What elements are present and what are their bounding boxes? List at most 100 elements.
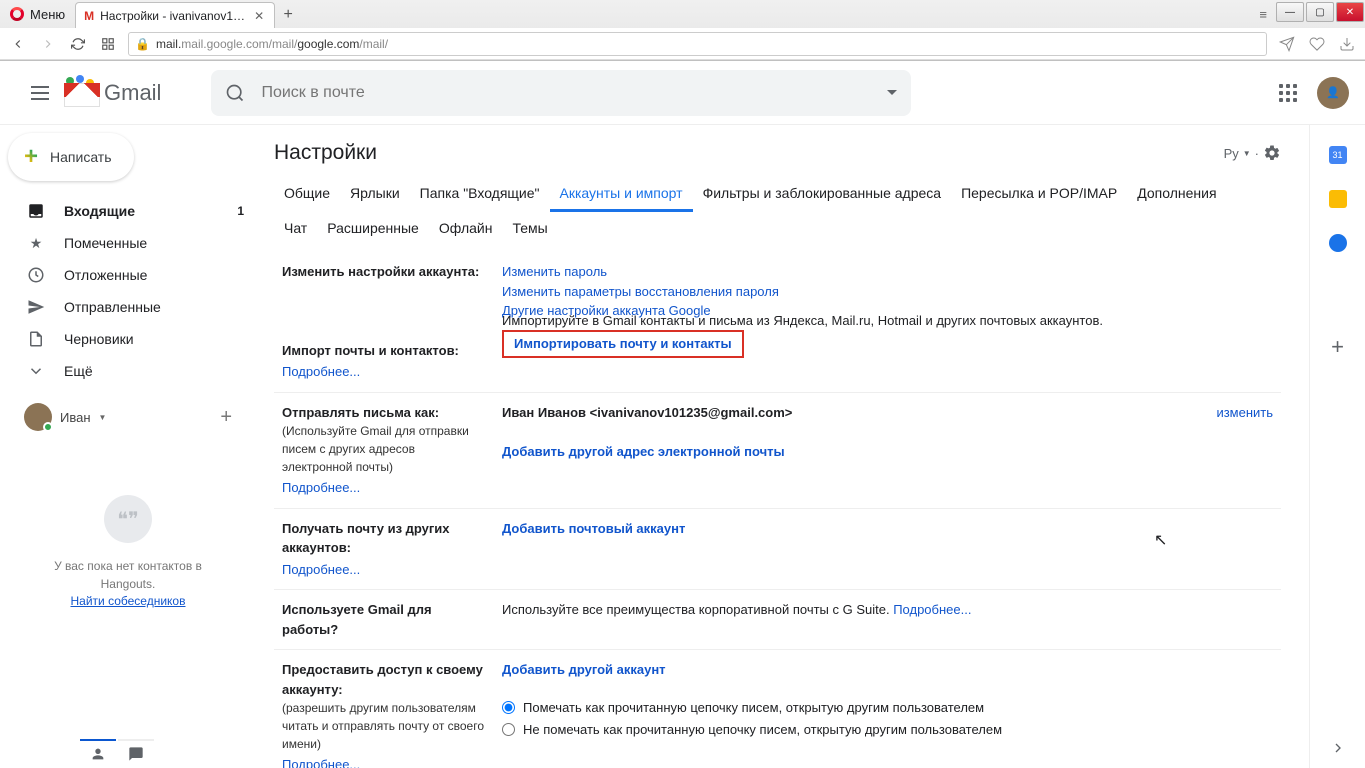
- link-recovery[interactable]: Изменить параметры восстановления пароля: [502, 284, 779, 299]
- keep-icon: [1329, 190, 1347, 208]
- browser-menu-label: Меню: [30, 7, 65, 22]
- maximize-button[interactable]: ▢: [1306, 2, 1334, 22]
- hangouts-find-link[interactable]: Найти собеседников: [71, 594, 186, 608]
- star-icon: ★: [26, 233, 46, 253]
- chevron-down-icon[interactable]: [887, 90, 897, 95]
- browser-tabs: M Настройки - ivanivanov1012 ✕ +: [75, 0, 1251, 28]
- settings-main: Настройки Ру ▼ · Общие Ярлыки Папка "Вхо…: [256, 125, 1309, 768]
- tasks-addon[interactable]: [1328, 233, 1348, 253]
- page-title: Настройки: [274, 141, 377, 165]
- import-highlight-box: Импортировать почту и контакты: [502, 330, 744, 358]
- main-menu-button[interactable]: [16, 86, 64, 100]
- back-button[interactable]: [8, 34, 28, 54]
- content-grant: Добавить другой аккаунт Помечать как про…: [494, 650, 1198, 768]
- nav-snoozed[interactable]: Отложенные: [0, 259, 256, 291]
- tab-accounts[interactable]: Аккаунты и импорт: [550, 177, 693, 212]
- browser-title-bar: Меню M Настройки - ivanivanov1012 ✕ + ≡ …: [0, 0, 1365, 28]
- sendas-identity: Иван Иванов <ivanivanov101235@gmail.com>: [502, 405, 792, 420]
- nav-starred[interactable]: ★ Помеченные: [0, 227, 256, 259]
- speed-dial-button[interactable]: [98, 34, 118, 54]
- tab-labels[interactable]: Ярлыки: [340, 177, 410, 212]
- browser-options-icon[interactable]: ≡: [1251, 7, 1275, 22]
- radio-mark-read[interactable]: [502, 701, 515, 714]
- calendar-addon[interactable]: 31: [1328, 145, 1348, 165]
- addons-plus-button[interactable]: +: [1328, 337, 1348, 357]
- hangouts-bubble-icon: ❝❞: [104, 495, 152, 543]
- compose-button[interactable]: + Написать: [8, 133, 134, 181]
- send-icon: [26, 297, 46, 317]
- browser-menu-button[interactable]: Меню: [0, 0, 75, 28]
- link-grant-add[interactable]: Добавить другой аккаунт: [502, 662, 666, 677]
- sendas-actions: изменить: [1198, 392, 1281, 508]
- reload-button[interactable]: [68, 34, 88, 54]
- address-bar[interactable]: 🔒 mail.mail.google.com/mail/google.com/m…: [128, 32, 1267, 56]
- gmail-favicon: M: [84, 9, 94, 23]
- hangouts-user[interactable]: Иван ▼ +: [8, 399, 248, 435]
- link-add-address[interactable]: Добавить другой адрес электронной почты: [502, 444, 785, 459]
- link-sendas-edit[interactable]: изменить: [1216, 405, 1273, 420]
- google-apps-button[interactable]: [1279, 84, 1297, 102]
- nav-snoozed-label: Отложенные: [64, 267, 147, 283]
- link-change-password[interactable]: Изменить пароль: [502, 264, 607, 279]
- browser-tab-active[interactable]: M Настройки - ivanivanov1012 ✕: [75, 2, 275, 28]
- hangouts-avatar: [24, 403, 52, 431]
- label-grant: Предоставить доступ к своему аккаунту: (…: [274, 650, 494, 768]
- chevron-down-icon: [26, 361, 46, 381]
- send-icon[interactable]: [1277, 34, 1297, 54]
- tab-inbox[interactable]: Папка "Входящие": [410, 177, 550, 212]
- tab-filters[interactable]: Фильтры и заблокированные адреса: [693, 177, 952, 212]
- minimize-button[interactable]: —: [1276, 2, 1304, 22]
- nav-sent[interactable]: Отправленные: [0, 291, 256, 323]
- radio-mark-read-label: Помечать как прочитанную цепочку писем, …: [523, 698, 984, 718]
- nav-sent-label: Отправленные: [64, 299, 161, 315]
- tab-chat[interactable]: Чат: [274, 212, 317, 244]
- link-sendas-learn[interactable]: Подробнее...: [282, 478, 486, 498]
- link-import-learn[interactable]: Подробнее...: [282, 362, 486, 382]
- link-grant-learn[interactable]: Подробнее...: [282, 755, 486, 768]
- tab-addons[interactable]: Дополнения: [1127, 177, 1226, 212]
- window-controls: — ▢ ✕: [1275, 0, 1365, 28]
- nav-more[interactable]: Ещё: [0, 355, 256, 387]
- keep-addon[interactable]: [1328, 189, 1348, 209]
- new-tab-button[interactable]: +: [275, 2, 301, 28]
- browser-nav-bar: 🔒 mail.mail.google.com/mail/google.com/m…: [0, 28, 1365, 60]
- chevron-down-icon[interactable]: ▼: [99, 413, 107, 422]
- tab-advanced[interactable]: Расширенные: [317, 212, 429, 244]
- download-icon[interactable]: [1337, 34, 1357, 54]
- hangouts-tab-contacts[interactable]: [80, 739, 116, 767]
- nav-drafts[interactable]: Черновики: [0, 323, 256, 355]
- gmail-logo[interactable]: Gmail: [64, 79, 161, 107]
- search-box[interactable]: [211, 70, 911, 116]
- radio-not-mark-read[interactable]: [502, 723, 515, 736]
- link-check-learn[interactable]: Подробнее...: [282, 560, 486, 580]
- gear-icon[interactable]: [1263, 144, 1281, 162]
- hangouts-add-button[interactable]: +: [220, 406, 232, 429]
- tab-themes[interactable]: Темы: [502, 212, 557, 244]
- tab-offline[interactable]: Офлайн: [429, 212, 503, 244]
- search-input[interactable]: [261, 84, 871, 102]
- grant-radio-1[interactable]: Помечать как прочитанную цепочку писем, …: [502, 698, 1190, 718]
- link-work-learn[interactable]: Подробнее...: [893, 602, 971, 617]
- link-import-contacts[interactable]: Импортировать почту и контакты: [514, 336, 732, 351]
- compose-label: Написать: [50, 149, 111, 165]
- row-check-mail: Получать почту из других аккаунтов: Подр…: [274, 508, 1281, 590]
- heart-icon[interactable]: [1307, 34, 1327, 54]
- nav-inbox[interactable]: Входящие 1: [0, 195, 256, 227]
- close-icon[interactable]: ✕: [252, 9, 266, 23]
- hangouts-tab-chats[interactable]: [118, 739, 154, 767]
- language-selector[interactable]: Ру ▼ ·: [1224, 144, 1281, 162]
- hangouts-empty-text: У вас пока нет контактов в Hangouts.: [28, 557, 228, 593]
- account-avatar[interactable]: 👤: [1317, 77, 1349, 109]
- gmail-envelope-icon: [64, 79, 100, 107]
- tab-general[interactable]: Общие: [274, 177, 340, 212]
- close-window-button[interactable]: ✕: [1336, 2, 1364, 22]
- link-add-account[interactable]: Добавить почтовый аккаунт: [502, 521, 685, 536]
- gmail-header: Gmail 👤: [0, 61, 1365, 125]
- right-rail: 31 +: [1309, 125, 1365, 768]
- nav-drafts-label: Черновики: [64, 331, 134, 347]
- grant-radio-2[interactable]: Не помечать как прочитанную цепочку писе…: [502, 720, 1190, 740]
- rail-collapse-button[interactable]: [1328, 738, 1348, 758]
- tab-forwarding[interactable]: Пересылка и POP/IMAP: [951, 177, 1127, 212]
- label-work: Используете Gmail для работы?: [274, 590, 494, 650]
- forward-button[interactable]: [38, 34, 58, 54]
